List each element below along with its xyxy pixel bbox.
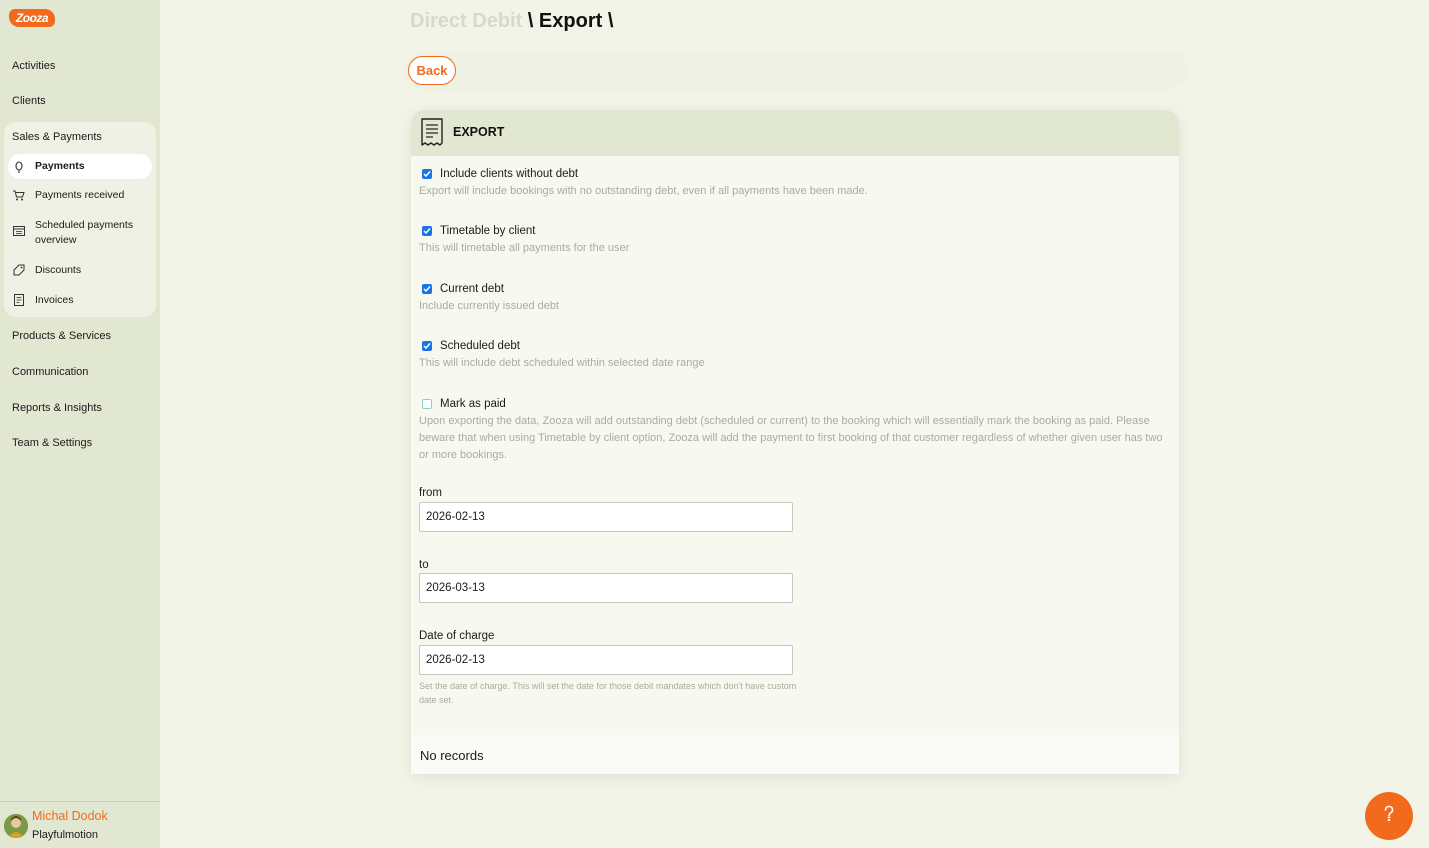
breadcrumb: Direct Debit \ Export \ [410, 10, 613, 33]
sidebar-item-invoices[interactable]: Invoices [8, 293, 152, 317]
help-icon [1382, 805, 1396, 828]
sidebar-item-label: Payments received [35, 189, 125, 201]
breadcrumb-current: Export [538, 10, 603, 32]
option-description: Upon exporting the data, Zooza will add … [419, 415, 1163, 461]
cart-icon [12, 188, 26, 202]
nav-communication[interactable]: Communication [12, 366, 88, 378]
records-section: No records [411, 735, 1179, 774]
checkbox-mark-as-paid[interactable] [422, 399, 432, 409]
nav-sales-payments[interactable]: Sales & Payments [12, 131, 102, 143]
avatar [4, 814, 28, 838]
sidebar: Zooza Activities Clients Sales & Payment… [0, 0, 160, 848]
sidebar-item-payments[interactable]: Payments [8, 154, 152, 179]
sidebar-item-label: Payments [35, 160, 85, 172]
option-scheduled-debt: Scheduled debt This will include debt sc… [419, 338, 1169, 372]
nav-reports-insights[interactable]: Reports & Insights [12, 402, 102, 414]
user-profile[interactable]: Michal Dodok Playfulmotion [0, 801, 160, 848]
sidebar-item-label: Scheduled payments overview [35, 219, 134, 246]
option-timetable-by-client: Timetable by client This will timetable … [419, 223, 1169, 257]
option-description: This will include debt scheduled within … [419, 357, 705, 369]
date-of-charge-input[interactable]: 2026-02-13 [419, 645, 793, 675]
help-button[interactable] [1365, 792, 1413, 840]
sidebar-item-payments-received[interactable]: Payments received [8, 188, 152, 212]
nav-products-services[interactable]: Products & Services [12, 330, 111, 342]
receipt-icon [420, 118, 444, 151]
breadcrumb-separator: \ [602, 10, 614, 32]
from-label: from [419, 487, 442, 499]
option-label: Include clients without debt [440, 168, 579, 180]
date-of-charge-label: Date of charge [419, 630, 495, 642]
piggy-bank-icon [12, 160, 26, 174]
option-mark-as-paid: Mark as paid Upon exporting the data, Zo… [419, 396, 1169, 464]
checkbox-timetable-by-client[interactable] [422, 226, 432, 236]
date-of-charge-hint: Set the date of charge. This will set th… [419, 681, 797, 705]
option-description: Export will include bookings with no out… [419, 185, 868, 197]
to-label: to [419, 559, 429, 571]
nav-clients[interactable]: Clients [12, 95, 46, 107]
checkbox-current-debt[interactable] [422, 284, 432, 294]
calendar-icon [12, 223, 26, 237]
option-label: Scheduled debt [440, 340, 520, 352]
checkbox-include-clients-without-debt[interactable] [422, 169, 432, 179]
to-date-input[interactable]: 2026-03-13 [419, 573, 793, 603]
option-current-debt: Current debt Include currently issued de… [419, 281, 1169, 315]
back-button[interactable]: Back [408, 56, 456, 85]
no-records-text: No records [420, 748, 484, 763]
user-name: Michal Dodok [32, 809, 108, 823]
breadcrumb-parent[interactable]: Direct Debit [410, 10, 522, 32]
from-date-input[interactable]: 2026-02-13 [419, 502, 793, 532]
checkbox-scheduled-debt[interactable] [422, 341, 432, 351]
sidebar-item-scheduled-payments[interactable]: Scheduled payments overview [8, 218, 152, 248]
option-label: Mark as paid [440, 398, 506, 410]
sidebar-item-discounts[interactable]: Discounts [8, 263, 152, 287]
nav-activities[interactable]: Activities [12, 60, 55, 72]
export-card: EXPORT Include clients without debt Expo… [411, 110, 1179, 774]
zooza-logo[interactable]: Zooza [9, 9, 55, 27]
nav-group-sales-payments: Sales & Payments Payments Payments recei… [4, 122, 156, 317]
option-description: This will timetable all payments for the… [419, 242, 630, 254]
sidebar-item-label: Discounts [35, 264, 82, 276]
option-label: Timetable by client [440, 225, 536, 237]
org-name: Playfulmotion [32, 829, 99, 841]
toolbar: Back [405, 50, 1188, 90]
option-include-clients-without-debt: Include clients without debt Export will… [419, 166, 1169, 200]
option-label: Current debt [440, 283, 504, 295]
option-description: Include currently issued debt [419, 300, 560, 312]
card-title: EXPORT [453, 125, 505, 139]
receipt-icon [12, 293, 26, 307]
card-header: EXPORT [411, 110, 1179, 156]
sidebar-item-label: Invoices [35, 294, 74, 306]
tag-icon [12, 263, 26, 277]
nav-team-settings[interactable]: Team & Settings [12, 437, 92, 449]
breadcrumb-separator: \ [522, 10, 539, 32]
